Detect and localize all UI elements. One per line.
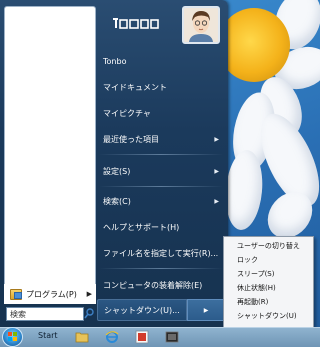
menu-item-help-support[interactable]: ヘルプとサポート(H) xyxy=(97,216,225,238)
app-icon[interactable] xyxy=(135,330,149,344)
shutdown-submenu: ユーザーの切り替え ロック スリープ(S) 休止状態(H) 再起動(R) シャッ… xyxy=(223,236,314,328)
search-icon[interactable] xyxy=(84,308,94,320)
windows-logo-icon xyxy=(8,332,17,341)
shutdown-options-button[interactable]: ▶ xyxy=(187,299,225,321)
user-name-glyphs xyxy=(113,18,159,29)
start-button[interactable] xyxy=(2,327,23,347)
menu-item-my-documents[interactable]: マイドキュメント xyxy=(97,76,225,98)
menu-item-label: マイピクチャ xyxy=(103,108,151,118)
programs-folder-icon xyxy=(10,288,22,300)
avatar-portrait-icon xyxy=(184,8,218,42)
submenu-item-switch-user[interactable]: ユーザーの切り替え xyxy=(224,240,314,253)
menu-item-label: コンピュータの装着解除(E) xyxy=(103,280,203,290)
menu-item-label: ヘルプとサポート(H) xyxy=(103,222,180,232)
menu-item-settings[interactable]: 設定(S) ▶ xyxy=(97,160,225,182)
pinned-programs-pane xyxy=(4,6,96,298)
folder-icon[interactable] xyxy=(75,330,89,344)
submenu-arrow-icon: ▶ xyxy=(214,135,219,143)
submenu-item-shutdown[interactable]: シャットダウン(U) xyxy=(224,310,314,323)
menu-item-search[interactable]: 検索(C) ▶ xyxy=(97,190,225,212)
menu-item-run[interactable]: ファイル名を指定して実行(R)... xyxy=(97,242,225,264)
menu-item-my-pictures[interactable]: マイピクチャ xyxy=(97,102,225,124)
menu-item-user-folder[interactable]: Tonbo xyxy=(97,50,225,72)
programs-arrow-icon: ▶ xyxy=(86,290,92,298)
submenu-item-lock[interactable]: ロック xyxy=(224,254,314,267)
all-programs-button[interactable]: プログラム(P) ▶ xyxy=(4,284,96,304)
menu-separator xyxy=(99,268,223,269)
menu-item-label: 設定(S) xyxy=(103,166,131,176)
user-name-header xyxy=(112,17,172,32)
menu-item-label: 検索(C) xyxy=(103,196,131,206)
shutdown-button-label: シャットダウン(U)... xyxy=(104,305,180,315)
menu-item-undock-computer[interactable]: コンピュータの装着解除(E) xyxy=(97,274,225,296)
internet-explorer-icon[interactable] xyxy=(105,330,119,344)
menu-item-label: ファイル名を指定して実行(R)... xyxy=(103,248,219,258)
flower-center xyxy=(218,8,290,82)
submenu-item-hibernate[interactable]: 休止状態(H) xyxy=(224,282,314,295)
all-programs-label: プログラム(P) xyxy=(26,289,77,299)
shutdown-options-arrow-icon: ▶ xyxy=(203,306,209,314)
menu-item-label: マイドキュメント xyxy=(103,82,167,92)
menu-item-recent-items[interactable]: 最近使った項目 ▶ xyxy=(97,128,225,150)
submenu-item-sleep[interactable]: スリープ(S) xyxy=(224,268,314,281)
shutdown-button[interactable]: シャットダウン(U)... xyxy=(97,299,187,321)
user-avatar[interactable] xyxy=(182,6,220,44)
menu-item-label: 最近使った項目 xyxy=(103,134,159,144)
submenu-arrow-icon: ▶ xyxy=(214,167,219,175)
start-button-label[interactable]: Start xyxy=(38,331,58,340)
submenu-item-restart[interactable]: 再起動(R) xyxy=(224,296,314,309)
media-app-icon[interactable] xyxy=(165,330,179,344)
menu-separator xyxy=(99,186,223,187)
menu-separator xyxy=(99,154,223,155)
submenu-arrow-icon: ▶ xyxy=(214,197,219,205)
menu-item-label: Tonbo xyxy=(103,56,127,66)
start-search-input[interactable]: 検索 xyxy=(6,307,84,321)
